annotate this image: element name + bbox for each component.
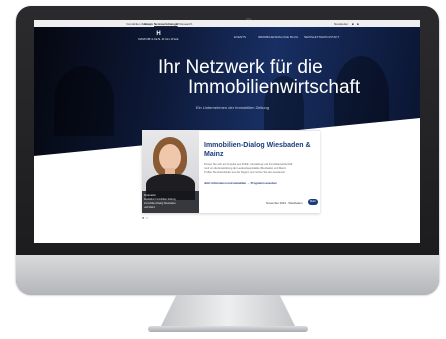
event-card: Moderation Redaktion Immobilien Zeitung …: [142, 130, 320, 213]
social-icon[interactable]: ■: [357, 22, 359, 26]
nav-item-newsletter[interactable]: NEWSLETTER/KONTAKT: [304, 35, 339, 39]
event-date: November 2023 · Wiesbaden: [266, 201, 303, 205]
monitor-base: [148, 326, 308, 332]
card-description: Freuen Sie sich auf Impulse aus Politik,…: [204, 163, 293, 174]
topbar-link-events[interactable]: Events: [144, 22, 153, 26]
topbar-newsletter[interactable]: Newsletter: [334, 22, 348, 26]
card-title: Immobilien-Dialog Wiesbaden & Mainz: [204, 142, 311, 158]
speaker-photo: Moderation Redaktion Immobilien Zeitung …: [142, 131, 199, 213]
nav-item-blog[interactable]: BLOG: [290, 35, 298, 39]
photo-caption: Moderation Redaktion Immobilien Zeitung …: [142, 191, 199, 213]
site-logo[interactable]: H IMMOBILIEN-DIALOGE: [138, 31, 179, 41]
hero-headline-line2: Immobilienwirtschaft: [188, 77, 361, 98]
top-utility-bar: Immobilien Zeitung Events Netzwerkdialog…: [34, 20, 420, 27]
more-button[interactable]: Mehr: [308, 199, 318, 205]
nav-item-immobiliendialoge[interactable]: IMMOBILIENDIALOGE: [258, 35, 289, 39]
carousel-dots[interactable]: ● ○: [142, 215, 148, 220]
topbar-link-research[interactable]: IZ Research: [176, 22, 192, 26]
monitor-chin: [16, 255, 439, 295]
topbar-link-netzwerkdialoge[interactable]: Netzwerkdialoge: [154, 22, 178, 26]
hero-headline-line1: Ihr Netzwerk für die: [158, 57, 323, 78]
screen: Immobilien Zeitung Events Netzwerkdialog…: [34, 20, 420, 243]
card-cta-link[interactable]: Jetzt informieren und anmelden → Program…: [204, 181, 277, 185]
nav-item-events[interactable]: EVENTS: [234, 35, 246, 39]
monitor-stand: [160, 295, 296, 328]
social-icon[interactable]: ■: [352, 22, 354, 26]
hero-subline: Ein Unternehmen der Immobilien Zeitung: [196, 105, 269, 110]
